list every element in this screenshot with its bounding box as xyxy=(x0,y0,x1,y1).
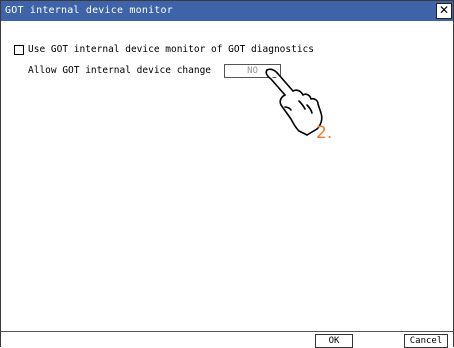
button-bar: OK Cancel xyxy=(1,331,453,348)
dialog-window: GOT internal device monitor ✕ Use GOT in… xyxy=(0,0,454,348)
cancel-button[interactable]: Cancel xyxy=(404,334,448,348)
step-annotation: 2. xyxy=(316,123,333,143)
close-button[interactable]: ✕ xyxy=(436,3,452,19)
titlebar: GOT internal device monitor ✕ xyxy=(1,1,453,21)
window-title: GOT internal device monitor xyxy=(5,5,173,16)
allow-change-label: Allow GOT internal device change xyxy=(28,65,212,76)
use-monitor-checkbox[interactable] xyxy=(14,45,24,55)
ok-button[interactable]: OK xyxy=(315,334,353,348)
use-monitor-label: Use GOT internal device monitor of GOT d… xyxy=(28,44,314,55)
